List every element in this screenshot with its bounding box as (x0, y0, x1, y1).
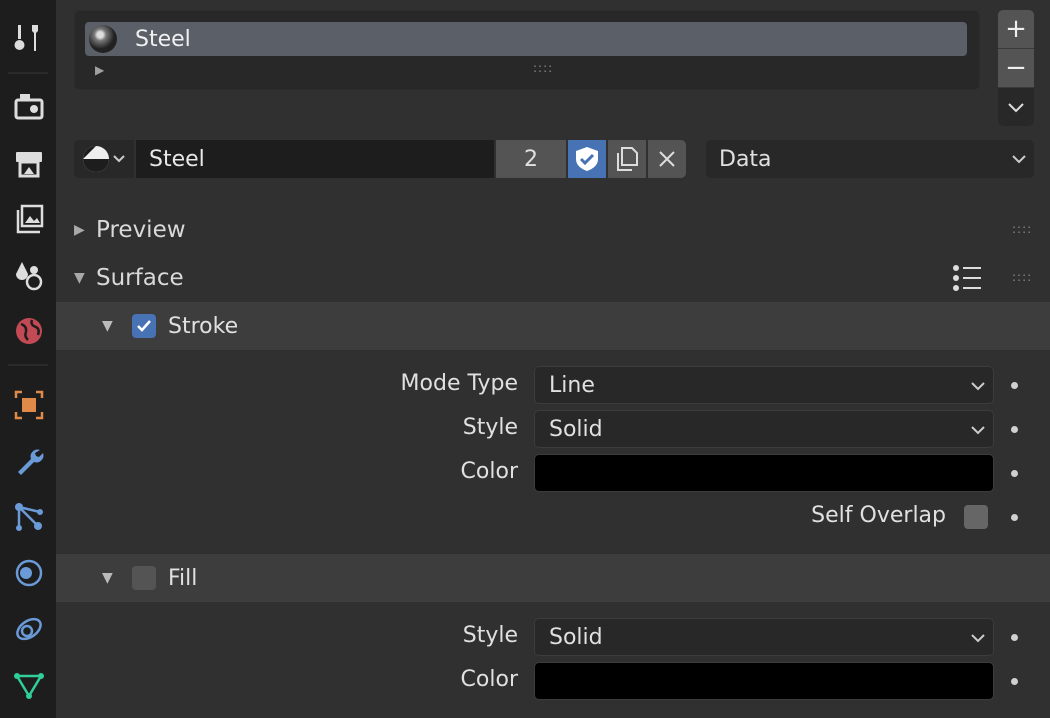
keyframe-dot[interactable] (1011, 382, 1018, 389)
chevron-down-icon (1008, 103, 1024, 113)
stroke-subpanel-body: Mode Type Line Style Solid Color Self Ov… (56, 350, 1050, 552)
checkmark-icon (137, 320, 151, 332)
keyframe-dot[interactable] (1011, 634, 1018, 641)
material-slot-item[interactable]: Steel (85, 22, 967, 56)
shield-icon (576, 147, 598, 171)
fill-style-label: Style (462, 623, 518, 648)
new-material-button[interactable] (608, 140, 646, 178)
object-icon (14, 390, 44, 420)
tool-icon (14, 25, 38, 51)
world-icon (16, 318, 42, 344)
expanded-arrow-icon: ▼ (102, 570, 113, 586)
stroke-color-swatch[interactable] (534, 454, 994, 492)
list-resize-grip[interactable]: :::: (533, 61, 553, 75)
chevron-down-icon (971, 382, 985, 391)
stroke-color-label: Color (460, 459, 518, 484)
properties-tab-bar (0, 0, 56, 718)
stroke-style-dropdown[interactable]: Solid (534, 410, 994, 448)
view-layer-tab[interactable] (4, 194, 54, 244)
output-tab[interactable] (4, 138, 54, 188)
output-icon (16, 152, 42, 178)
properties-editor: Steel ▶ :::: + − Steel 2 Data ▶ Preview … (56, 0, 1050, 718)
keyframe-dot[interactable] (1011, 514, 1018, 521)
material-link-select[interactable]: Data (706, 140, 1034, 178)
material-slot-name: Steel (135, 26, 191, 52)
physics-tab[interactable] (4, 548, 54, 598)
slot-specials-button[interactable] (998, 88, 1034, 126)
expanded-arrow-icon: ▼ (102, 318, 113, 334)
mode-type-label: Mode Type (400, 371, 518, 396)
constraints-icon (16, 617, 42, 641)
particles-tab[interactable] (4, 492, 54, 542)
fill-subpanel-body: Style Solid Color (56, 602, 1050, 718)
panel-drag-grip[interactable]: :::: (1012, 270, 1032, 284)
fill-enable-checkbox[interactable] (132, 566, 156, 590)
scene-tab[interactable] (4, 250, 54, 300)
data-icon (14, 673, 44, 699)
object-tab[interactable] (4, 380, 54, 430)
chevron-down-icon (971, 634, 985, 643)
close-icon (659, 151, 675, 167)
expanded-arrow-icon: ▼ (74, 270, 85, 286)
stroke-enable-checkbox[interactable] (132, 314, 156, 338)
data-tab[interactable] (4, 660, 54, 710)
render-icon (14, 94, 44, 120)
chevron-down-icon (971, 426, 985, 435)
browse-material-button[interactable] (74, 140, 134, 178)
view-layer-icon (16, 204, 44, 234)
material-name-field[interactable]: Steel (136, 140, 494, 178)
fake-user-button[interactable] (568, 140, 606, 178)
fill-subpanel-header[interactable]: ▼ Fill (56, 554, 1050, 602)
list-filter-expand-icon[interactable]: ▶ (95, 63, 104, 77)
render-tab[interactable] (4, 82, 54, 132)
self-overlap-checkbox[interactable] (964, 505, 988, 529)
tool-tab[interactable] (4, 13, 54, 63)
keyframe-dot[interactable] (1011, 678, 1018, 685)
fill-color-swatch[interactable] (534, 662, 994, 700)
physics-icon (15, 559, 43, 587)
chevron-down-icon (113, 155, 125, 163)
material-users-count[interactable]: 2 (496, 140, 566, 178)
scene-icon (16, 262, 43, 291)
chevron-down-icon (1012, 155, 1026, 164)
modifier-tab[interactable] (4, 436, 54, 486)
fill-style-dropdown[interactable]: Solid (534, 618, 994, 656)
keyframe-dot[interactable] (1011, 426, 1018, 433)
panel-drag-grip[interactable]: :::: (1012, 222, 1032, 236)
collapsed-arrow-icon: ▶ (74, 222, 85, 238)
add-slot-button[interactable]: + (998, 10, 1034, 49)
material-preview-icon (89, 25, 117, 53)
slot-side-buttons: + − (998, 10, 1034, 126)
fill-color-label: Color (460, 667, 518, 692)
material-slot-list: Steel ▶ :::: (74, 10, 980, 90)
remove-slot-button[interactable]: − (998, 49, 1034, 88)
wrench-icon (18, 449, 44, 475)
constraints-tab[interactable] (4, 604, 54, 654)
world-tab[interactable] (4, 306, 54, 356)
duplicate-icon (617, 147, 638, 171)
list-presets-icon[interactable] (952, 264, 982, 292)
particles-icon (15, 503, 43, 531)
self-overlap-label: Self Overlap (811, 503, 946, 528)
keyframe-dot[interactable] (1011, 470, 1018, 477)
stroke-subpanel-header[interactable]: ▼ Stroke (56, 302, 1050, 350)
surface-panel-header[interactable]: ▼ Surface (56, 254, 1050, 302)
mode-type-dropdown[interactable]: Line (534, 366, 994, 404)
material-sphere-icon (83, 146, 109, 172)
preview-panel-header[interactable]: ▶ Preview (56, 206, 1050, 254)
unlink-material-button[interactable] (648, 140, 686, 178)
stroke-style-label: Style (462, 415, 518, 440)
